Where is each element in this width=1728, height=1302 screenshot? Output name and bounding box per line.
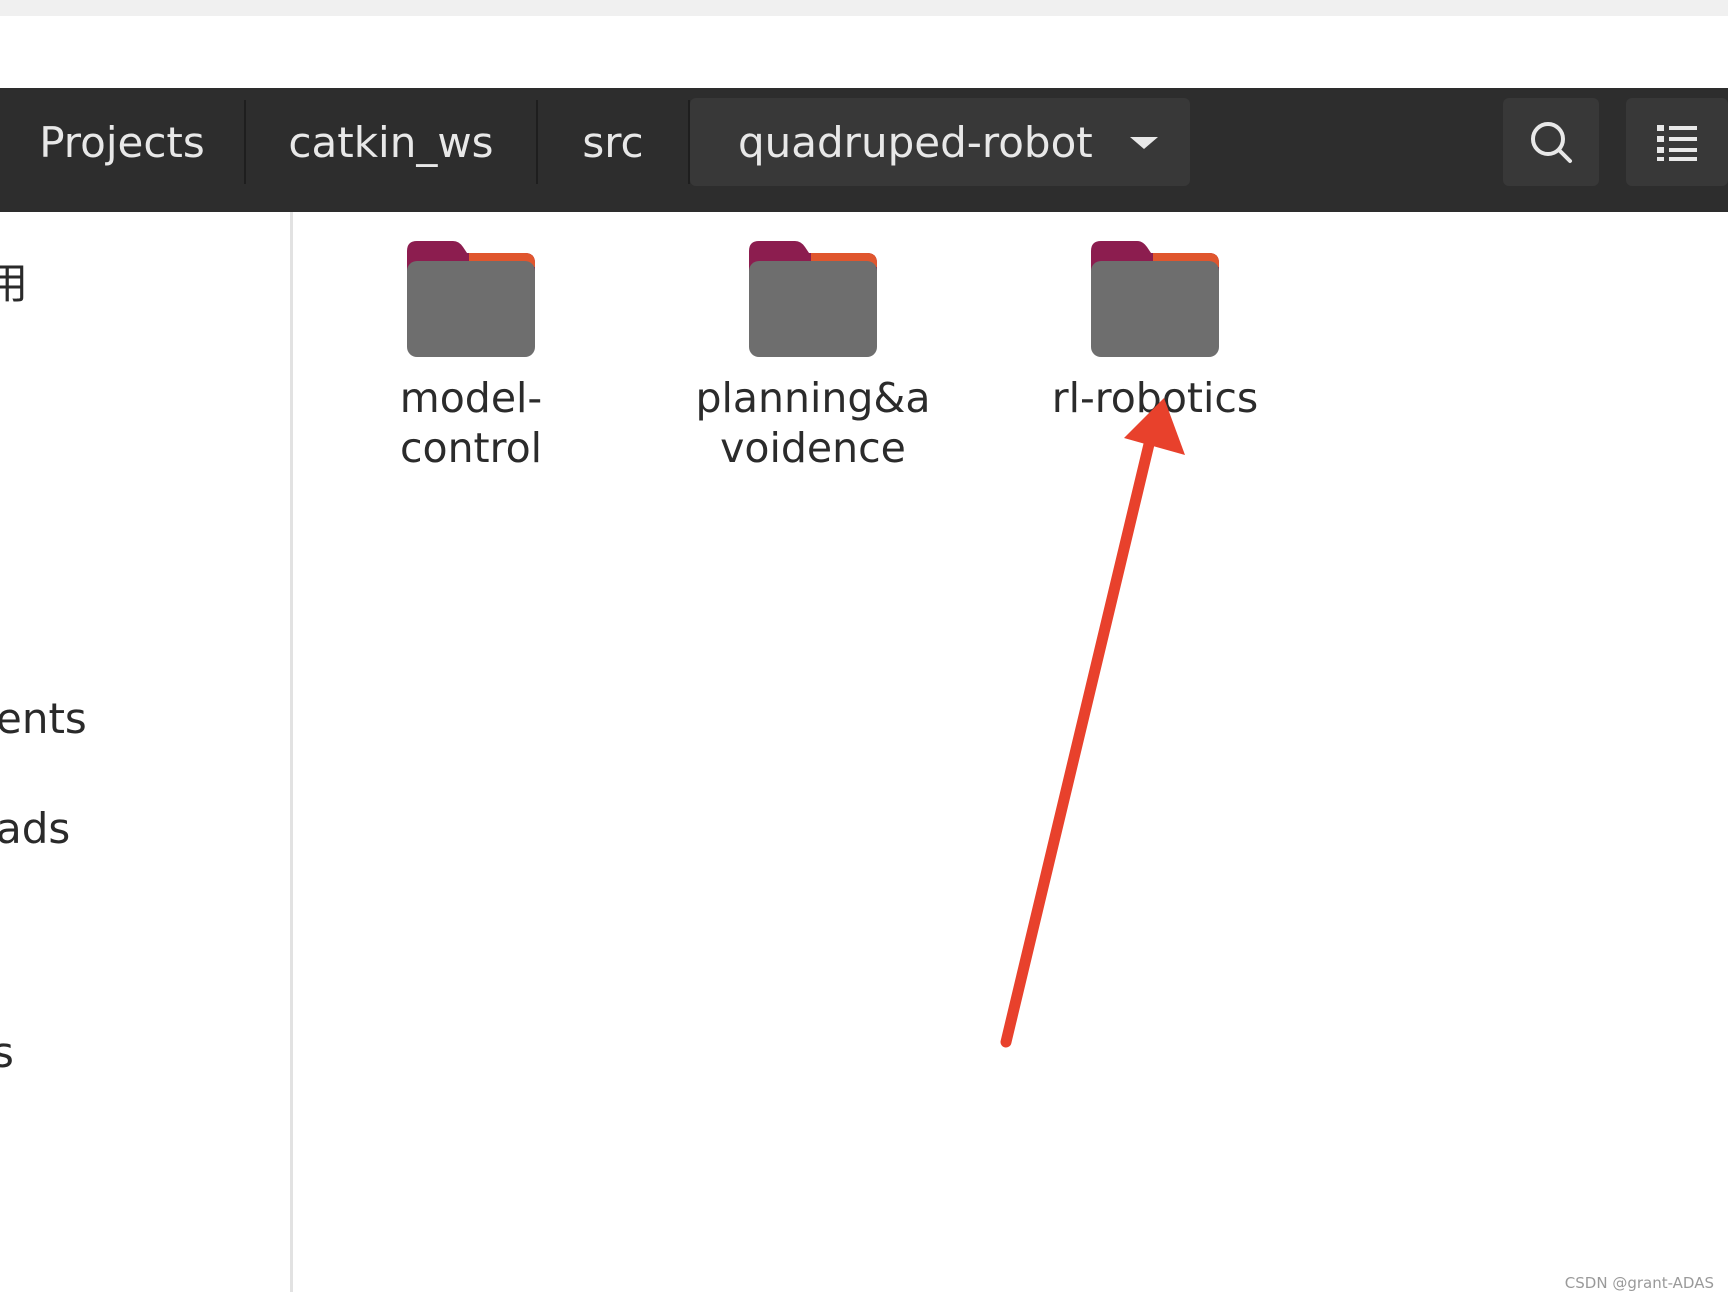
watermark: CSDN @grant-ADAS: [1564, 1274, 1714, 1292]
folder-item[interactable]: planning&a voidence: [693, 237, 933, 473]
list-view-icon: [1657, 125, 1697, 161]
folder-item[interactable]: rl-robotics: [1035, 237, 1275, 423]
folder-item[interactable]: model- control: [351, 237, 591, 473]
folder-icon: [1091, 241, 1219, 357]
top-strip: [0, 0, 1728, 16]
file-view: model- control planning&a voidence rl-ro…: [293, 212, 1728, 1292]
breadcrumb-label: Projects: [39, 117, 205, 167]
dropdown-arrow-icon[interactable]: [1130, 137, 1158, 149]
breadcrumb-label: src: [582, 117, 644, 167]
folder-icon: [407, 241, 535, 357]
folder-name: rl-robotics: [1051, 374, 1259, 422]
breadcrumb-projects[interactable]: Projects: [0, 98, 244, 186]
breadcrumb-catkin-ws[interactable]: catkin_ws: [246, 98, 536, 186]
sidebar-item-label: s: [0, 1028, 14, 1077]
folder-icon: [749, 241, 877, 357]
breadcrumb-label: catkin_ws: [288, 117, 494, 167]
search-button[interactable]: [1503, 98, 1599, 186]
view-options-button[interactable]: [1626, 98, 1728, 186]
breadcrumb-label: quadruped-robot: [738, 117, 1093, 167]
sidebar: 用 ents ads s: [0, 212, 293, 1292]
search-icon: [1531, 122, 1572, 163]
sidebar-item-label: 用: [0, 259, 29, 308]
sidebar-item-label: ents: [0, 694, 87, 743]
breadcrumb-quadruped-robot[interactable]: quadruped-robot: [690, 98, 1190, 186]
sidebar-item[interactable]: 用: [0, 250, 28, 311]
sidebar-item[interactable]: ents: [0, 694, 87, 743]
folder-name: planning&a voidence: [695, 374, 931, 472]
sidebar-item-label: ads: [0, 804, 71, 853]
header-bar: Projects catkin_ws src quadruped-robot: [0, 88, 1728, 212]
sidebar-item[interactable]: s: [0, 1028, 14, 1077]
folder-name: model- control: [399, 374, 543, 472]
header-blank: [0, 16, 1728, 88]
breadcrumb-src[interactable]: src: [538, 98, 688, 186]
sidebar-item[interactable]: ads: [0, 804, 70, 853]
